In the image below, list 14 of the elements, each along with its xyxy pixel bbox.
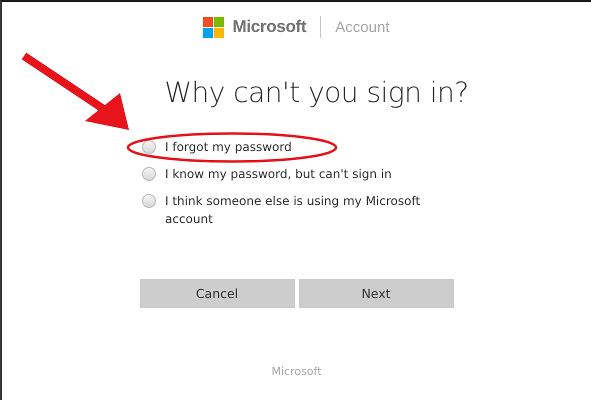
next-button[interactable]: Next [298, 279, 454, 308]
radio-option[interactable]: I know my password, but can't sign in [142, 165, 442, 183]
radio-option[interactable]: I forgot my password [142, 138, 442, 156]
page-title: Why can't you sign in? [164, 75, 469, 111]
radio-button[interactable] [142, 194, 156, 208]
section-name: Account [335, 18, 390, 36]
brand-name: Microsoft [232, 17, 306, 37]
cancel-button[interactable]: Cancel [140, 279, 294, 308]
footer-text: Microsoft [271, 365, 322, 378]
radio-option[interactable]: I think someone else is using my Microsoft account [142, 192, 442, 228]
arrow-icon [22, 52, 129, 130]
radio-button[interactable] [142, 167, 156, 181]
radio-button[interactable] [142, 140, 156, 154]
logo-icon [203, 16, 224, 38]
